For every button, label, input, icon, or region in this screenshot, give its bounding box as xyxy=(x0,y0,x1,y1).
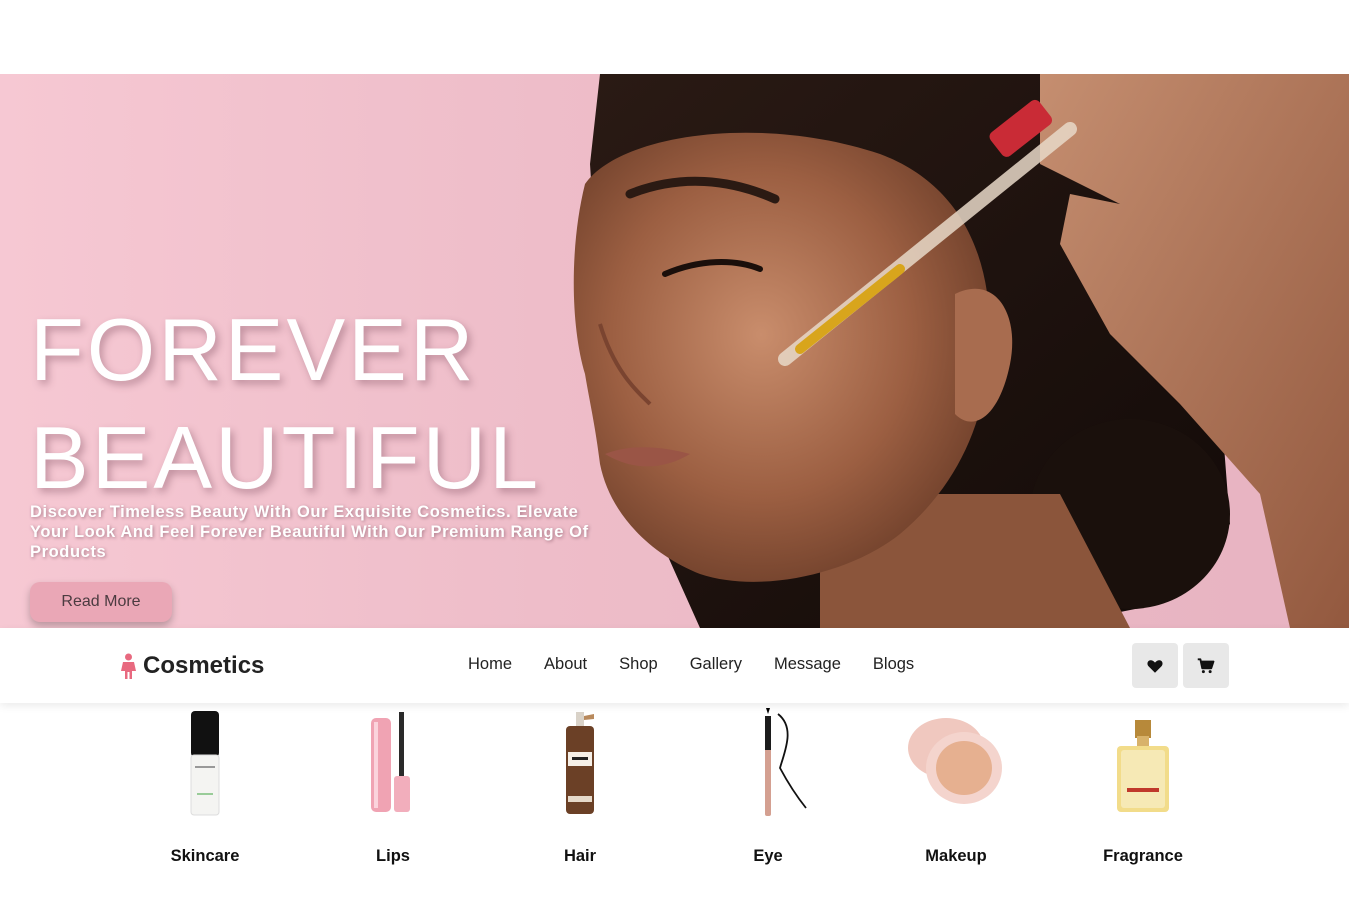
nav-link-shop[interactable]: Shop xyxy=(619,655,658,674)
category-skincare[interactable]: Skincare xyxy=(125,703,285,873)
eyeliner-pen-icon xyxy=(765,708,807,816)
nav-links: Home About Shop Gallery Message Blogs xyxy=(468,655,946,674)
heart-icon xyxy=(1147,659,1163,673)
hero-title-line-2: BEAUTIFUL xyxy=(30,408,542,507)
perfume-bottle-icon xyxy=(1117,720,1169,812)
serum-bottle-icon xyxy=(190,711,220,816)
brand-name: Cosmetics xyxy=(143,652,265,679)
hero-banner: FOREVER BEAUTIFUL Discover Timeless Beau… xyxy=(0,74,1349,628)
nav-link-message[interactable]: Message xyxy=(774,655,841,674)
shopping-cart-icon xyxy=(1197,657,1215,673)
nav-link-about[interactable]: About xyxy=(544,655,587,674)
nav-link-gallery[interactable]: Gallery xyxy=(690,655,742,674)
cream-jar-icon xyxy=(908,718,1002,804)
top-blank-strip xyxy=(0,0,1349,74)
category-label: Fragrance xyxy=(1103,847,1183,865)
category-fragrance[interactable]: Fragrance xyxy=(1063,703,1223,873)
woman-icon xyxy=(121,653,136,679)
hero-title-line-1: FOREVER xyxy=(30,300,477,399)
category-eye[interactable]: Eye xyxy=(688,703,848,873)
hero-subtitle: Discover Timeless Beauty With Our Exquis… xyxy=(30,503,589,561)
read-more-button[interactable]: Read More xyxy=(30,582,172,622)
category-lips[interactable]: Lips xyxy=(313,703,473,873)
category-label: Skincare xyxy=(170,847,240,865)
cart-button[interactable] xyxy=(1183,643,1229,688)
main-navbar: Cosmetics Home About Shop Gallery Messag… xyxy=(0,628,1349,703)
nav-link-blogs[interactable]: Blogs xyxy=(873,655,914,674)
category-hair[interactable]: Hair xyxy=(500,703,660,873)
category-makeup[interactable]: Makeup xyxy=(876,703,1036,873)
category-label: Lips xyxy=(376,847,410,865)
brand-logo[interactable]: Cosmetics xyxy=(120,652,264,680)
category-label: Eye xyxy=(753,847,783,865)
hair-product-bottle-icon xyxy=(566,712,594,814)
category-label: Makeup xyxy=(925,847,987,865)
nav-link-home[interactable]: Home xyxy=(468,655,512,674)
lip-gloss-icon xyxy=(371,712,410,812)
wishlist-button[interactable] xyxy=(1132,643,1178,688)
category-label: Hair xyxy=(563,847,597,865)
hero-title: FOREVER BEAUTIFUL xyxy=(30,296,541,512)
category-list: Skincare Lips Hair Eye Makeup Fragrance xyxy=(0,703,1349,903)
